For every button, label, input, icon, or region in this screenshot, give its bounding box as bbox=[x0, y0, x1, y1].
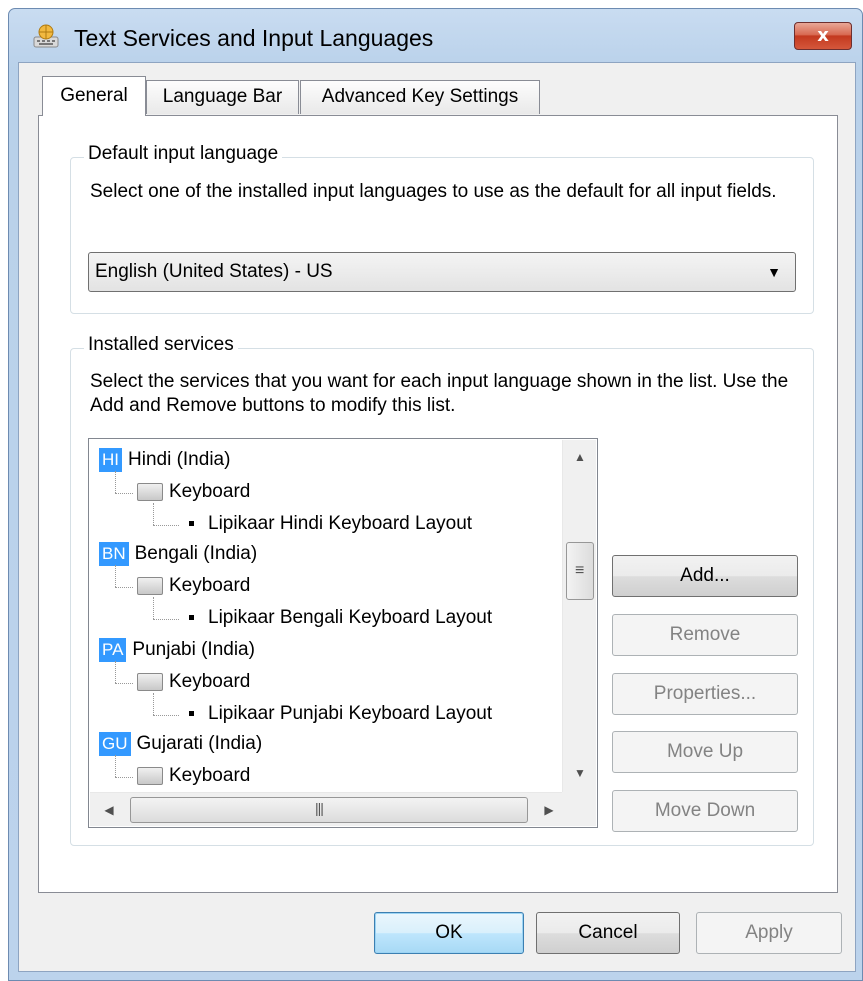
tree-horizontal-scrollbar[interactable]: ◀ ||| ▶ bbox=[90, 792, 596, 826]
language-label: Hindi (India) bbox=[128, 449, 231, 470]
layout-label: Lipikaar Hindi Keyboard Layout bbox=[208, 513, 473, 534]
tab-advanced-key-settings[interactable]: Advanced Key Settings bbox=[300, 80, 540, 114]
tree-language-node[interactable]: HI Hindi (India) bbox=[99, 445, 230, 475]
tree-language-node[interactable]: PA Punjabi (India) bbox=[99, 635, 255, 665]
grip-icon: ||| bbox=[315, 800, 324, 816]
scroll-right-arrow-icon[interactable]: ▶ bbox=[536, 793, 562, 827]
tab-general[interactable]: General bbox=[42, 76, 146, 116]
layout-label: Lipikaar Bengali Keyboard Layout bbox=[208, 607, 493, 628]
language-label: Punjabi (India) bbox=[132, 639, 255, 660]
app-icon bbox=[32, 23, 60, 51]
scroll-left-arrow-icon[interactable]: ◀ bbox=[96, 793, 122, 827]
apply-button[interactable]: Apply bbox=[696, 912, 842, 954]
bullet-icon bbox=[189, 711, 194, 717]
bullet-icon bbox=[189, 615, 194, 621]
ok-button[interactable]: OK bbox=[374, 912, 524, 954]
close-button[interactable]: x bbox=[794, 22, 852, 50]
installed-services-group-label: Installed services bbox=[84, 334, 238, 356]
language-label: Bengali (India) bbox=[134, 543, 258, 564]
chevron-down-icon: ▼ bbox=[767, 264, 781, 280]
services-tree[interactable]: HI Hindi (India) Keyboard Lipikaar Hindi … bbox=[88, 438, 598, 828]
tree-layout-node[interactable]: Lipikaar Hindi Keyboard Layout bbox=[189, 509, 472, 539]
close-icon: x bbox=[817, 25, 829, 46]
scrollbar-corner bbox=[562, 792, 596, 826]
tree-service-node[interactable]: Keyboard bbox=[137, 761, 250, 791]
tree-layout-node[interactable]: Lipikaar Bengali Keyboard Layout bbox=[189, 603, 492, 633]
default-language-description: Select one of the installed input langua… bbox=[90, 181, 777, 202]
scroll-down-arrow-icon[interactable]: ▼ bbox=[563, 760, 597, 786]
bullet-icon bbox=[189, 521, 194, 527]
language-badge: PA bbox=[99, 638, 127, 662]
tree-service-node[interactable]: Keyboard bbox=[137, 571, 250, 601]
tree-language-node[interactable]: BN Bengali (India) bbox=[99, 539, 257, 569]
keyboard-icon bbox=[137, 576, 163, 595]
tree-service-node[interactable]: Keyboard bbox=[137, 477, 250, 507]
installed-services-description: Select the services that you want for ea… bbox=[90, 371, 789, 416]
service-label: Keyboard bbox=[169, 765, 251, 786]
service-label: Keyboard bbox=[169, 481, 251, 502]
keyboard-icon bbox=[137, 766, 163, 785]
horizontal-scroll-thumb[interactable]: ||| bbox=[130, 797, 528, 823]
service-label: Keyboard bbox=[169, 575, 251, 596]
tree-layout-node[interactable]: Lipikaar Punjabi Keyboard Layout bbox=[189, 699, 492, 729]
service-label: Keyboard bbox=[169, 671, 251, 692]
move-up-button[interactable]: Move Up bbox=[612, 731, 798, 773]
layout-label: Lipikaar Punjabi Keyboard Layout bbox=[208, 703, 493, 724]
tree-service-node[interactable]: Keyboard bbox=[137, 667, 250, 697]
move-down-button[interactable]: Move Down bbox=[612, 790, 798, 832]
default-language-value: English (United States) - US bbox=[95, 261, 333, 282]
language-label: Gujarati (India) bbox=[136, 733, 263, 754]
language-badge: BN bbox=[99, 542, 129, 566]
language-badge: GU bbox=[99, 732, 131, 756]
tab-language-bar[interactable]: Language Bar bbox=[146, 80, 299, 114]
cancel-button[interactable]: Cancel bbox=[536, 912, 680, 954]
grip-icon: ≡ bbox=[575, 562, 585, 579]
language-badge: HI bbox=[99, 448, 122, 472]
remove-button[interactable]: Remove bbox=[612, 614, 798, 656]
keyboard-icon bbox=[137, 482, 163, 501]
tree-vertical-scrollbar[interactable]: ▲ ≡ ▼ bbox=[562, 440, 596, 792]
default-language-select[interactable]: English (United States) - US ▼ bbox=[88, 252, 796, 292]
vertical-scroll-thumb[interactable]: ≡ bbox=[566, 542, 594, 600]
properties-button[interactable]: Properties... bbox=[612, 673, 798, 715]
tree-language-node[interactable]: GU Gujarati (India) bbox=[99, 729, 262, 759]
scroll-up-arrow-icon[interactable]: ▲ bbox=[563, 444, 597, 470]
window-title: Text Services and Input Languages bbox=[74, 25, 434, 51]
add-button[interactable]: Add... bbox=[612, 555, 798, 597]
default-language-group-label: Default input language bbox=[84, 143, 283, 165]
keyboard-icon bbox=[137, 672, 163, 691]
